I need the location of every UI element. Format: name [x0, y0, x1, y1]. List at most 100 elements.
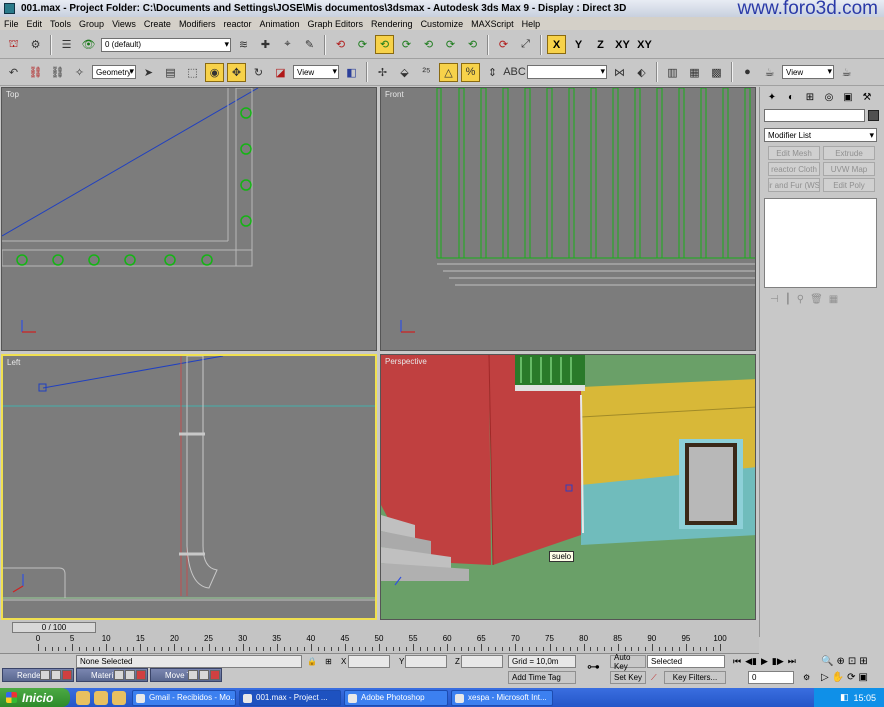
taskbar-item-3dsmax[interactable]: 001.max - Project ... — [239, 689, 341, 706]
pan-icon[interactable]: ✋ — [832, 672, 844, 683]
time-slider[interactable]: 0 / 100 — [12, 621, 96, 633]
lock-selection-icon[interactable]: 🔒 — [304, 655, 318, 668]
edit-poly-button[interactable]: Edit Poly — [823, 178, 875, 192]
layer-visibility-icon[interactable]: 👁 — [79, 35, 98, 54]
create-tab-icon[interactable]: ✦ — [764, 90, 780, 105]
material-editor-icon[interactable]: ● — [738, 63, 757, 82]
menu-reactor[interactable]: reactor — [223, 19, 251, 29]
align-icon[interactable]: ⬖ — [632, 63, 651, 82]
menu-views[interactable]: Views — [112, 19, 136, 29]
close-icon[interactable] — [62, 670, 72, 680]
menu-edit[interactable]: Edit — [27, 19, 43, 29]
zoom-all-icon[interactable]: ⊕ — [836, 656, 844, 667]
maximize-viewport-icon[interactable]: ▣ — [859, 672, 868, 683]
pin-stack-icon[interactable]: ⊣ — [770, 294, 779, 308]
snaps-toggle-icon[interactable]: ²⁵ — [417, 63, 436, 82]
uvw-map-button[interactable]: UVW Map — [823, 162, 875, 176]
viewport-left[interactable]: Left — [1, 354, 377, 620]
configure-sets-icon[interactable]: ▦ — [829, 294, 838, 308]
object-name-field[interactable] — [764, 109, 865, 122]
snap-edge-icon[interactable]: ⟳ — [353, 35, 372, 54]
axis-xy-plane-button[interactable]: XY — [635, 35, 654, 54]
window-crossing-icon[interactable]: ◉ — [205, 62, 224, 82]
modifier-stack[interactable] — [764, 198, 877, 288]
object-color-swatch[interactable] — [868, 110, 879, 121]
select-manipulate-icon[interactable]: ✢ — [373, 63, 392, 82]
layer-manager-icon[interactable]: ▥ — [663, 63, 682, 82]
constraint-xy-icon[interactable]: ⤢ — [516, 35, 535, 54]
minimize-icon[interactable] — [188, 670, 198, 680]
absolute-mode-icon[interactable]: ⊞ — [322, 655, 336, 668]
show-end-result-icon[interactable]: ┃ — [785, 294, 791, 308]
viewport-label-top[interactable]: Top — [6, 90, 19, 99]
menu-customize[interactable]: Customize — [421, 19, 464, 29]
snap-face-icon[interactable]: ⟳ — [397, 35, 416, 54]
firefox-icon[interactable] — [76, 690, 90, 705]
link-icon[interactable]: ⛓ — [26, 63, 45, 82]
menu-animation[interactable]: Animation — [259, 19, 299, 29]
axis-xy-button[interactable]: XY — [613, 35, 632, 54]
set-key-button[interactable]: Set Key — [610, 671, 646, 684]
play-icon[interactable]: ▶ — [761, 656, 768, 667]
menu-rendering[interactable]: Rendering — [371, 19, 413, 29]
spinner-snap-icon[interactable]: ⇕ — [483, 63, 502, 82]
move-transform-floating-window[interactable]: Move T... — [150, 668, 222, 682]
maximize-icon[interactable] — [199, 670, 209, 680]
field-of-view-icon[interactable]: ▷ — [821, 672, 829, 683]
hierarchy-icon[interactable]: ⚙ — [26, 35, 45, 54]
snap-vertex-icon[interactable]: ⟲ — [331, 35, 350, 54]
set-current-layer-icon[interactable]: ✎ — [300, 35, 319, 54]
undo-scene-icon[interactable]: ⛫ — [4, 35, 23, 54]
render-floating-window[interactable]: Render... — [2, 668, 74, 682]
explorer-icon[interactable] — [94, 690, 108, 705]
display-tab-icon[interactable]: ▣ — [840, 90, 856, 105]
auto-key-button[interactable]: Auto Key — [610, 653, 646, 671]
axis-x-button[interactable]: X — [547, 35, 566, 54]
previous-frame-icon[interactable]: ◀▮ — [745, 656, 757, 667]
close-icon[interactable] — [210, 670, 220, 680]
x-coord-field[interactable] — [348, 655, 390, 668]
material-floating-window[interactable]: Materi... — [76, 668, 148, 682]
rect-selection-icon[interactable]: ⬚ — [183, 63, 202, 82]
taskbar-item-photoshop[interactable]: Adobe Photoshop — [344, 689, 448, 706]
edit-mesh-button[interactable]: Edit Mesh — [768, 146, 820, 160]
next-frame-icon[interactable]: ▮▶ — [772, 656, 784, 667]
snap-active-icon[interactable]: ⟲ — [375, 35, 394, 54]
menu-modifiers[interactable]: Modifiers — [179, 19, 216, 29]
viewport-front[interactable]: Front — [380, 87, 756, 351]
key-mode-dropdown[interactable]: Selected — [647, 655, 725, 668]
remove-modifier-icon[interactable]: 🗑 — [810, 294, 823, 308]
reference-coord-dropdown[interactable]: View — [293, 65, 339, 79]
select-rotate-icon[interactable]: ↻ — [249, 63, 268, 82]
menu-group[interactable]: Group — [79, 19, 104, 29]
bind-space-warp-icon[interactable]: ✧ — [70, 63, 89, 82]
start-button[interactable]: Inicio — [0, 688, 70, 707]
add-time-tag-button[interactable]: Add Time Tag — [508, 671, 576, 684]
select-scale-icon[interactable]: ◪ — [271, 63, 290, 82]
utilities-tab-icon[interactable]: ⚒ — [859, 90, 875, 105]
axis-y-button[interactable]: Y — [569, 35, 588, 54]
modify-tab-icon[interactable]: ◐ — [783, 90, 799, 105]
viewport-top[interactable]: Top — [1, 87, 377, 351]
snap-pivot-icon[interactable]: ⟲ — [419, 35, 438, 54]
menu-maxscript[interactable]: MAXScript — [471, 19, 514, 29]
make-unique-icon[interactable]: ⚲ — [797, 294, 804, 308]
minimize-icon[interactable] — [114, 670, 124, 680]
z-coord-field[interactable] — [461, 655, 503, 668]
close-icon[interactable] — [136, 670, 146, 680]
minimize-icon[interactable] — [40, 670, 50, 680]
extrude-button[interactable]: Extrude — [823, 146, 875, 160]
key-filters-button[interactable]: Key Filters... — [664, 671, 726, 684]
viewport-perspective[interactable]: Perspective suelo — [380, 354, 756, 620]
select-by-name-icon[interactable]: ▤ — [161, 63, 180, 82]
zoom-icon[interactable]: 🔍 — [821, 656, 833, 667]
default-in-out-tangent-icon[interactable]: ⟋ — [648, 671, 662, 684]
layer-dropdown[interactable]: 0 (default) — [101, 37, 231, 52]
schematic-view-icon[interactable]: ▩ — [707, 63, 726, 82]
go-to-end-icon[interactable]: ⏭ — [788, 656, 796, 667]
current-frame-field[interactable]: 0 — [748, 671, 794, 684]
maximize-icon[interactable] — [51, 670, 61, 680]
axis-z-button[interactable]: Z — [591, 35, 610, 54]
viewport-label-left[interactable]: Left — [7, 358, 20, 367]
tray-network-icon[interactable]: ◧ — [840, 692, 849, 703]
